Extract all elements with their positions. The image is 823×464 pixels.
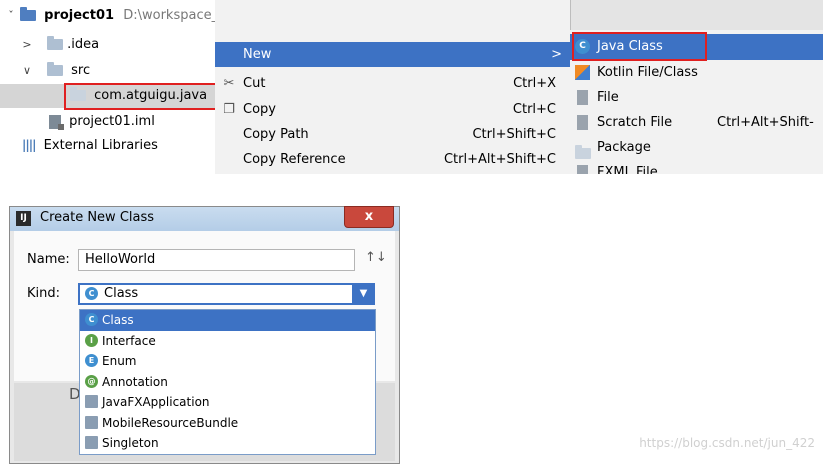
- kind-value: Class: [104, 286, 139, 301]
- menu-item-label: Copy: [243, 102, 276, 117]
- kind-option-label: Interface: [102, 333, 156, 348]
- submenu-item-fxml[interactable]: FXML File: [570, 160, 823, 174]
- tree-item-idea[interactable]: > .idea: [0, 34, 99, 56]
- menu-item-shortcut: Ctrl+Shift+C: [472, 127, 556, 142]
- chevron-down-icon[interactable]: ∨: [22, 60, 32, 82]
- scissors-icon: ✂: [223, 76, 235, 91]
- menu-item-label: New: [243, 47, 272, 62]
- menu-item-label: Copy Path: [243, 127, 309, 142]
- kind-option-label: Singleton: [102, 436, 159, 450]
- package-icon: [575, 145, 591, 159]
- enum-icon: E: [85, 354, 98, 367]
- chevron-right-icon[interactable]: >: [22, 34, 32, 56]
- menu-item-new[interactable]: New >: [215, 42, 570, 67]
- tree-item-label: project01.iml: [69, 114, 155, 129]
- submenu-item-kotlin[interactable]: Kotlin File/Class: [570, 60, 823, 85]
- kind-option-label: Enum: [102, 354, 137, 368]
- iml-file-icon: [49, 114, 64, 130]
- chevron-right-icon: >: [551, 47, 562, 62]
- kind-label: Kind:: [27, 286, 61, 301]
- menu-item-shortcut: Ctrl+X: [513, 76, 556, 91]
- kind-option-annotation[interactable]: @ Annotation: [80, 372, 375, 393]
- menu-item-copy[interactable]: ❐ Copy Ctrl+C: [215, 98, 570, 122]
- submenu-item-label: File: [597, 90, 619, 105]
- menu-item-cut[interactable]: ✂ Cut Ctrl+X: [215, 72, 570, 96]
- file-icon: [577, 90, 588, 105]
- kind-option-class[interactable]: C Class: [80, 310, 375, 331]
- tree-item-label: src: [71, 63, 91, 78]
- tree-item-external-libraries[interactable]: |||| External Libraries: [0, 134, 158, 156]
- interface-icon: I: [85, 333, 98, 347]
- template-file-icon: [85, 395, 98, 408]
- highlight-box: [572, 32, 707, 61]
- kind-option-singleton[interactable]: Singleton: [80, 433, 375, 454]
- class-icon: C: [85, 287, 98, 300]
- kind-option-label: JavaFXApplication: [102, 395, 210, 409]
- dialog-title: Create New Class: [40, 210, 155, 225]
- submenu-item-scratch-file[interactable]: Scratch File Ctrl+Alt+Shift-: [570, 110, 823, 135]
- libraries-icon: ||||: [22, 138, 36, 152]
- tree-item-label: .idea: [67, 37, 100, 52]
- template-file-icon: [85, 415, 98, 429]
- tree-item-src[interactable]: ∨ src: [0, 60, 90, 82]
- kind-option-label: Class: [102, 313, 134, 327]
- sort-icon[interactable]: ↑↓: [365, 250, 387, 265]
- tree-item-label: External Libraries: [43, 137, 158, 153]
- source-folder-icon: [47, 62, 63, 76]
- tree-item-iml[interactable]: project01.iml: [0, 111, 155, 133]
- menu-item-copy-reference[interactable]: Copy Reference Ctrl+Alt+Shift+C: [215, 148, 570, 172]
- kind-select[interactable]: C Class: [78, 283, 375, 305]
- submenu-item-label: Scratch File: [597, 115, 673, 130]
- annotation-icon: @: [85, 374, 98, 388]
- submenu-item-label: Package: [597, 140, 651, 155]
- submenu-item-label: FXML File: [597, 165, 658, 174]
- project-name: project01: [44, 8, 115, 23]
- kind-option-javafx[interactable]: JavaFXApplication: [80, 392, 375, 413]
- kind-option-enum[interactable]: E Enum: [80, 351, 375, 372]
- context-menu: New > ✂ Cut Ctrl+X ❐ Copy Ctrl+C Copy Pa…: [215, 0, 571, 174]
- submenu-item-label: Kotlin File/Class: [597, 65, 698, 80]
- menu-item-shortcut: Ctrl+C: [512, 102, 556, 117]
- project-tree: ˇ project01 D:\workspace_idea2\project01…: [0, 0, 320, 180]
- fxml-icon: [577, 165, 588, 174]
- submenu-item-package[interactable]: Package: [570, 135, 823, 160]
- chevron-down-icon[interactable]: ˇ: [6, 5, 16, 27]
- folder-icon: [47, 36, 63, 50]
- class-icon: C: [85, 313, 98, 326]
- submenu-item-shortcut: Ctrl+Alt+Shift-: [717, 115, 814, 130]
- kind-option-label: MobileResourceBundle: [102, 415, 239, 430]
- watermark: https://blog.csdn.net/jun_422: [639, 436, 815, 450]
- project-folder-icon: [20, 7, 36, 21]
- scratch-file-icon: [577, 115, 588, 130]
- copy-icon: ❐: [223, 102, 235, 117]
- template-file-icon: [85, 436, 98, 449]
- kotlin-icon: [575, 65, 590, 80]
- menu-item-copy-path[interactable]: Copy Path Ctrl+Shift+C: [215, 123, 570, 147]
- submenu-item-file[interactable]: File: [570, 85, 823, 110]
- kind-dropdown-list: C Class I Interface E Enum @ Annotation …: [79, 309, 376, 455]
- kind-option-interface[interactable]: I Interface: [80, 331, 375, 352]
- menu-item-label: Cut: [243, 76, 266, 91]
- intellij-icon: IJ: [16, 211, 31, 226]
- dialog-titlebar[interactable]: IJ Create New Class x: [10, 206, 399, 231]
- kind-option-mobile-resource-bundle[interactable]: MobileResourceBundle: [80, 413, 375, 434]
- name-input[interactable]: HelloWorld: [78, 249, 355, 271]
- close-button[interactable]: x: [344, 206, 394, 228]
- dropdown-arrow-icon[interactable]: ▼: [352, 283, 375, 305]
- name-label: Name:: [27, 252, 70, 267]
- menu-item-label: Copy Reference: [243, 152, 346, 167]
- highlight-box: [64, 83, 218, 110]
- menu-item-shortcut: Ctrl+Alt+Shift+C: [443, 152, 556, 167]
- kind-option-label: Annotation: [102, 374, 168, 389]
